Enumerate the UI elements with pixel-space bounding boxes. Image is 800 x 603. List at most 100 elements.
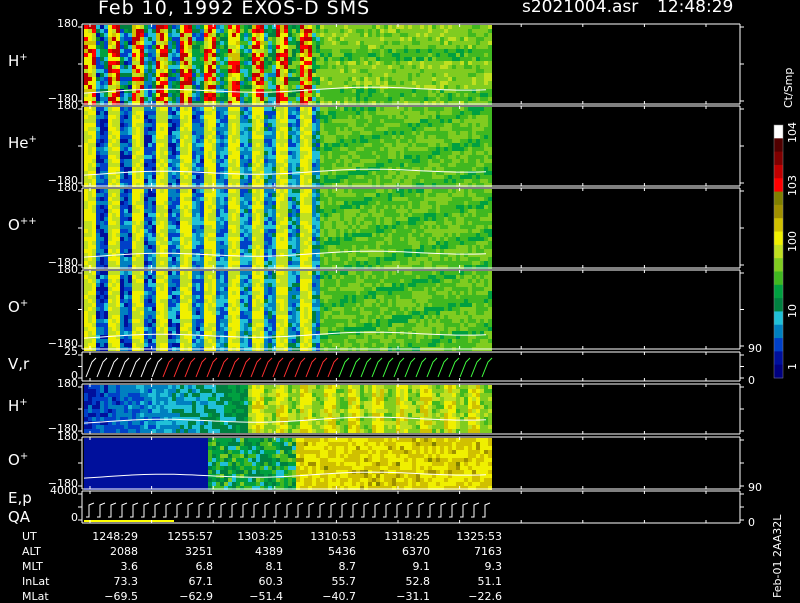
table-cell: −62.9 [179, 590, 213, 603]
vr-mark [394, 358, 404, 377]
y-tick-label-bottom: 0 [71, 511, 78, 524]
heat-panel-2 [84, 107, 492, 187]
panel-label: O+ [8, 298, 28, 316]
ep-mark [262, 503, 270, 517]
right-tick-label-top: 90 [748, 481, 762, 494]
heat-panel-7 [84, 438, 492, 490]
vr-mark [350, 358, 360, 377]
ep-mark [108, 503, 116, 517]
table-cell: 55.7 [332, 575, 357, 588]
vr-mark [130, 358, 140, 377]
colorbar-swatch [774, 258, 783, 272]
colorbar-swatch [774, 138, 783, 152]
table-cell: −51.4 [249, 590, 283, 603]
colorbar-swatch [774, 338, 783, 352]
ep-mark [328, 503, 336, 517]
ep-mark [438, 503, 446, 517]
table-row-label: MLT [22, 560, 43, 573]
panel-label-sup: + [20, 298, 28, 309]
ep-mark [185, 503, 193, 517]
ep-mark [229, 503, 237, 517]
colorbar-swatch [774, 365, 783, 379]
table-cell: 3.6 [121, 560, 139, 573]
table-cell: 5436 [328, 545, 356, 558]
vr-mark [185, 358, 195, 377]
table-cell: 3251 [185, 545, 213, 558]
vr-mark [141, 358, 151, 377]
table-cell: 1248:29 [92, 530, 138, 543]
ep-mark [339, 503, 347, 517]
ep-mark [394, 503, 402, 517]
table-cell: 1310:53 [310, 530, 356, 543]
heat-panel-3 [84, 189, 492, 269]
panel-label: O+ [8, 451, 28, 469]
table-cell: 4389 [255, 545, 283, 558]
ep-mark [372, 503, 380, 517]
y-tick-label-top: 180 [57, 181, 78, 194]
ep-mark [141, 503, 149, 517]
colorbar-tick-label: 10 [786, 304, 799, 318]
colorbar-swatch [774, 298, 783, 312]
panel-label: E,p [8, 489, 32, 507]
panel-label-text: V,r [8, 355, 29, 373]
vr-mark [218, 358, 228, 377]
colorbar-swatch [774, 165, 783, 179]
ep-mark [317, 503, 325, 517]
table-cell: 1325:53 [456, 530, 502, 543]
ep-mark [361, 503, 369, 517]
panel-label-text: E,p [8, 489, 32, 507]
y-tick-label-top: 4000 [50, 484, 78, 497]
vr-mark [196, 358, 206, 377]
panel-label: O++ [8, 216, 37, 234]
panel-label-text: He [8, 134, 29, 152]
table-cell: 1303:25 [237, 530, 283, 543]
vr-mark [383, 358, 393, 377]
vr-mark [449, 358, 459, 377]
ep-mark [306, 503, 314, 517]
ep-mark [350, 503, 358, 517]
ep-mark [405, 503, 413, 517]
panel-label-text: O [8, 216, 20, 234]
spectrogram-plot [0, 0, 800, 600]
table-cell: 6.8 [196, 560, 214, 573]
table-cell: −40.7 [322, 590, 356, 603]
panel-label-secondary: QA [8, 508, 30, 526]
ep-mark [119, 503, 127, 517]
vr-mark [86, 358, 96, 377]
ep-mark [152, 503, 160, 517]
table-cell: 51.1 [478, 575, 503, 588]
vr-mark [119, 358, 129, 377]
colorbar-swatch [774, 285, 783, 299]
vr-mark [207, 358, 217, 377]
table-cell: −31.1 [396, 590, 430, 603]
colorbar-swatch [774, 325, 783, 339]
file-name: s2021004.asr [522, 0, 638, 17]
panel-label-text: H [8, 397, 19, 415]
colorbar-tick-label: 103 [786, 175, 799, 196]
vr-mark [438, 358, 448, 377]
table-cell: 52.8 [406, 575, 431, 588]
ep-mark [471, 503, 479, 517]
y-tick-label-top: 180 [57, 263, 78, 276]
plot-title: Feb 10, 1992 EXOS-D SMS [98, 0, 370, 19]
colorbar-swatch [774, 311, 783, 325]
ep-traces [84, 503, 490, 522]
ep-mark [273, 503, 281, 517]
y-tick-label-top: 180 [57, 17, 78, 30]
table-cell: 7163 [474, 545, 502, 558]
version-stamp: Feb-01 2AA32L [771, 515, 784, 598]
vr-mark [361, 358, 371, 377]
ep-mark [196, 503, 204, 517]
table-cell: 1255:57 [167, 530, 213, 543]
panel-label: V,r [8, 355, 29, 373]
ep-mark [284, 503, 292, 517]
table-cell: 9.1 [413, 560, 431, 573]
vr-mark [405, 358, 415, 377]
heat-panel-6 [84, 385, 492, 433]
vr-traces [86, 358, 492, 377]
colorbar-swatch [774, 271, 783, 285]
panel-label-sup: + [29, 134, 37, 145]
panel-label-text: H [8, 52, 19, 70]
colorbar-swatch [774, 125, 783, 139]
vr-mark [339, 358, 349, 377]
